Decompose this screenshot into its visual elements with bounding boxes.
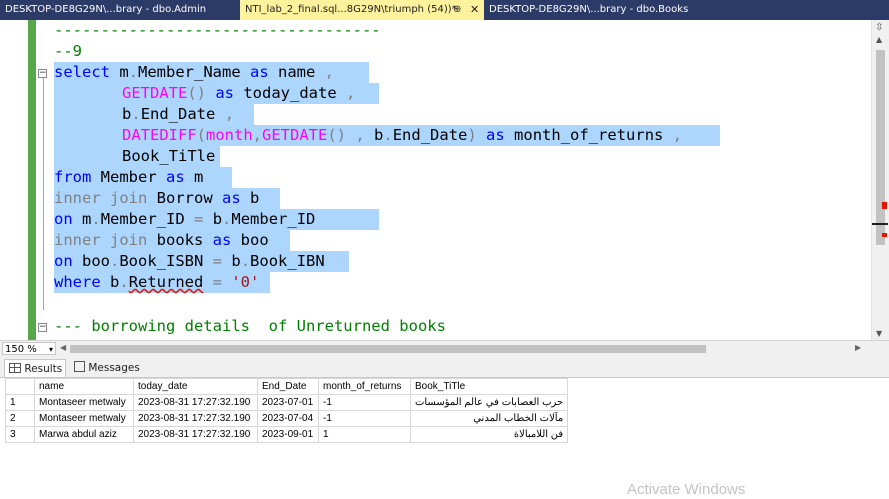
messages-icon: [74, 361, 85, 372]
code-line-from: from Member as m: [54, 168, 204, 186]
column-header-month-of-returns[interactable]: month_of_returns: [318, 378, 411, 395]
query-editor[interactable]: − − ----------------------------------- …: [0, 20, 889, 340]
table-row[interactable]: 2 Montaseer metwaly 2023-08-31 17:27:32.…: [5, 410, 569, 427]
column-header-today-date[interactable]: today_date: [133, 378, 258, 395]
table-row[interactable]: 1 Montaseer metwaly 2023-08-31 17:27:32.…: [5, 394, 569, 411]
close-icon[interactable]: ✕: [470, 0, 479, 20]
cell-name[interactable]: Montaseer metwaly: [34, 394, 134, 411]
column-header-book-title[interactable]: Book_TiTle: [409, 378, 569, 395]
activate-windows-watermark: Activate Windows: [627, 481, 746, 498]
code-line-join-books: inner join books as boo: [54, 231, 269, 249]
pin-icon[interactable]: ⊕: [453, 0, 461, 20]
change-tracking-bar: [28, 20, 36, 340]
cell-end-date[interactable]: 2023-09-01: [257, 426, 319, 443]
table-row[interactable]: 3 Marwa abdul aziz 2023-08-31 17:27:32.1…: [5, 426, 569, 443]
fold-collapse-icon[interactable]: −: [38, 323, 47, 332]
results-grid[interactable]: name today_date End_Date month_of_return…: [0, 377, 889, 499]
cell-end-date[interactable]: 2023-07-04: [257, 410, 319, 427]
column-header-end-date[interactable]: End_Date: [257, 378, 319, 395]
cell-book-title[interactable]: فن اللامبالاة: [409, 426, 569, 443]
code-line-datediff: DATEDIFF(month,GETDATE() , b.End_Date) a…: [122, 126, 683, 144]
results-table: name today_date End_Date month_of_return…: [5, 378, 569, 443]
editor-status-row: 150 % ▾ ◀ ▶: [0, 340, 889, 358]
row-number[interactable]: 2: [5, 410, 35, 427]
scroll-right-icon[interactable]: ▶: [855, 343, 861, 352]
row-number-header[interactable]: [5, 378, 35, 395]
tab-lab-sql[interactable]: NTI_lab_2_final.sql...8G29N\triumph (54)…: [240, 0, 484, 20]
document-tab-bar: DESKTOP-DE8G29N\...brary - dbo.Admin NTI…: [0, 0, 889, 20]
zoom-select[interactable]: 150 % ▾: [2, 342, 56, 355]
scrollbar-thumb[interactable]: [876, 50, 885, 245]
editor-vertical-scrollbar[interactable]: ⇳ ▲ ▼: [871, 20, 889, 340]
comment-borrowing-details: --- borrowing details of Unreturned book…: [54, 317, 446, 335]
code-line-join-borrow: inner join Borrow as b: [54, 189, 260, 207]
tab-label: DESKTOP-DE8G29N\...brary - dbo.Books: [489, 4, 689, 15]
error-marker: [882, 233, 887, 237]
fold-guide: [43, 77, 44, 310]
cell-today-date[interactable]: 2023-08-31 17:27:32.190: [133, 426, 258, 443]
code-line-on-member: on m.Member_ID = b.Member_ID: [54, 210, 316, 228]
cell-book-title[interactable]: حرب العصابات في عالم المؤسسات: [409, 394, 569, 411]
table-header-row: name today_date End_Date month_of_return…: [5, 378, 569, 395]
cell-today-date[interactable]: 2023-08-31 17:27:32.190: [133, 410, 258, 427]
code-line-where: where b.Returned = '0': [54, 273, 260, 291]
cell-month-of-returns[interactable]: -1: [318, 394, 411, 411]
tab-label: NTI_lab_2_final.sql...8G29N\triumph (54)…: [245, 4, 457, 15]
horizontal-scrollbar-thumb[interactable]: [70, 345, 706, 353]
code-line-booktitle: Book_TiTle: [122, 147, 216, 165]
code-line-getdate: GETDATE() as today_date ,: [122, 84, 356, 102]
code-line-enddate: b.End_Date ,: [122, 105, 235, 123]
cell-book-title[interactable]: مآلات الخطاب المدني: [409, 410, 569, 427]
chevron-down-icon: ▾: [48, 345, 53, 354]
scroll-left-icon[interactable]: ◀: [60, 343, 66, 352]
caret-position-marker: [872, 223, 888, 225]
code-line-on-isbn: on boo.Book_ISBN = b.Book_IBN: [54, 252, 325, 270]
tab-admin[interactable]: DESKTOP-DE8G29N\...brary - dbo.Admin: [0, 0, 240, 20]
cell-today-date[interactable]: 2023-08-31 17:27:32.190: [133, 394, 258, 411]
tab-books[interactable]: DESKTOP-DE8G29N\...brary - dbo.Books: [484, 0, 714, 20]
comment-9: --9: [54, 42, 82, 60]
row-number[interactable]: 1: [5, 394, 35, 411]
scroll-up-icon[interactable]: ▲: [876, 36, 882, 44]
tab-label: DESKTOP-DE8G29N\...brary - dbo.Admin: [5, 4, 207, 15]
editor-gutter: [0, 20, 28, 340]
results-grid-icon: [9, 363, 21, 373]
cell-month-of-returns[interactable]: 1: [318, 426, 411, 443]
results-tabs: Results Messages: [0, 357, 889, 377]
split-icon[interactable]: ⇳: [875, 23, 883, 33]
code-line-select: select m.Member_Name as name ,: [54, 63, 335, 81]
column-header-name[interactable]: name: [34, 378, 134, 395]
tab-results[interactable]: Results: [4, 359, 66, 377]
fold-collapse-icon[interactable]: −: [38, 69, 47, 78]
cell-name[interactable]: Montaseer metwaly: [34, 410, 134, 427]
cell-month-of-returns[interactable]: -1: [318, 410, 411, 427]
row-number[interactable]: 3: [5, 426, 35, 443]
cell-name[interactable]: Marwa abdul aziz: [34, 426, 134, 443]
scroll-down-icon[interactable]: ▼: [876, 330, 882, 338]
cell-end-date[interactable]: 2023-07-01: [257, 394, 319, 411]
comment-dashes: -----------------------------------: [54, 21, 381, 39]
tab-messages[interactable]: Messages: [70, 359, 140, 377]
error-marker: [882, 202, 887, 209]
